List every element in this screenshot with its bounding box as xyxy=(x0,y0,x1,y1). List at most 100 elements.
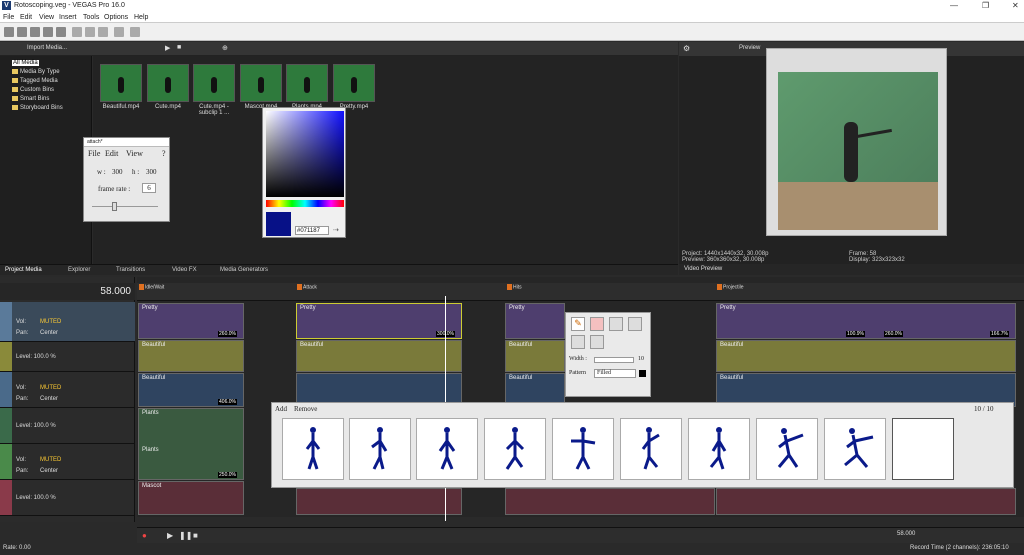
media-thumb[interactable] xyxy=(286,64,328,102)
remove-frame-button[interactable]: Remove xyxy=(294,405,317,413)
pencil-icon[interactable]: ✎ xyxy=(571,317,585,331)
new-icon[interactable] xyxy=(4,27,14,37)
timeline-event[interactable]: Plants Plants 250.0% xyxy=(138,408,244,480)
fill-icon[interactable] xyxy=(590,335,604,349)
cut-icon[interactable] xyxy=(72,27,82,37)
tab-explorer[interactable]: Explorer xyxy=(68,267,90,273)
close-icon[interactable]: ✕ xyxy=(1012,1,1019,10)
marker-projectile[interactable]: Projectile xyxy=(717,284,744,290)
track-header[interactable]: Level: 100.0 % xyxy=(0,408,135,444)
menu-insert[interactable]: Insert xyxy=(59,14,77,21)
frame-thumb[interactable] xyxy=(620,418,682,480)
tab-video-fx[interactable]: Video FX xyxy=(172,267,197,273)
paste-icon[interactable] xyxy=(98,27,108,37)
play-icon[interactable]: ▶ xyxy=(165,44,170,52)
level-value[interactable]: Level: 100.0 % xyxy=(16,354,56,360)
width-slider[interactable] xyxy=(594,357,634,363)
tree-item-tagged-media[interactable]: Tagged Media xyxy=(12,78,58,84)
timeline-event[interactable]: Pretty 100.9% 260.0% 166.7% xyxy=(716,303,1016,339)
vol-value[interactable]: MUTED xyxy=(40,319,61,325)
media-thumb[interactable] xyxy=(100,64,142,102)
marker-attack[interactable]: Attack xyxy=(297,284,317,290)
frame-thumb[interactable] xyxy=(552,418,614,480)
undo-icon[interactable] xyxy=(114,27,124,37)
vol-value[interactable]: MUTED xyxy=(40,457,61,463)
level-value[interactable]: Level: 100.0 % xyxy=(16,495,56,501)
maximize-icon[interactable]: ❐ xyxy=(982,1,989,10)
lasso-icon[interactable] xyxy=(609,317,623,331)
redo-icon[interactable] xyxy=(130,27,140,37)
eyedropper-icon[interactable]: ⇢ xyxy=(333,226,339,234)
vol-value[interactable]: MUTED xyxy=(40,385,61,391)
tab-media-generators[interactable]: Media Generators xyxy=(220,267,268,273)
pan-value[interactable]: Center xyxy=(40,468,58,474)
minimize-icon[interactable]: — xyxy=(950,1,958,10)
tab-transitions[interactable]: Transitions xyxy=(116,267,145,273)
frame-thumb[interactable] xyxy=(484,418,546,480)
menu-edit[interactable]: Edit xyxy=(105,149,118,158)
timeline-event[interactable] xyxy=(296,488,462,515)
timeline-event[interactable]: Beautiful 406.0% xyxy=(138,373,244,407)
eyedropper-icon[interactable] xyxy=(571,335,585,349)
slider-handle[interactable] xyxy=(112,202,117,211)
tab-video-preview[interactable]: Video Preview xyxy=(684,266,722,272)
frame-thumb[interactable] xyxy=(349,418,411,480)
menu-view[interactable]: View xyxy=(126,149,143,158)
timeline-event[interactable]: Mascot xyxy=(138,481,244,515)
saturation-gradient[interactable] xyxy=(266,111,344,197)
rectangle-icon[interactable] xyxy=(628,317,642,331)
level-value[interactable]: Level: 100.0 % xyxy=(16,423,56,429)
width-value[interactable]: 300 xyxy=(112,168,123,176)
properties-icon[interactable] xyxy=(56,27,66,37)
menu-view[interactable]: View xyxy=(39,14,54,21)
frame-thumb[interactable] xyxy=(824,418,886,480)
timeline-event[interactable]: Pretty 260.0% xyxy=(138,303,244,339)
media-thumb[interactable] xyxy=(240,64,282,102)
menu-options[interactable]: Options xyxy=(104,14,128,21)
tree-item-storyboard-bins[interactable]: Storyboard Bins xyxy=(12,105,63,111)
help-icon[interactable]: ? xyxy=(162,149,166,158)
menu-file[interactable]: File xyxy=(3,14,14,21)
tab-project-media[interactable]: Project Media xyxy=(5,267,42,273)
eraser-icon[interactable] xyxy=(590,317,604,331)
pattern-select[interactable]: Filled xyxy=(594,369,636,378)
frame-thumb[interactable] xyxy=(282,418,344,480)
settings-gear-icon[interactable]: ⚙ xyxy=(683,44,690,53)
timeline-event[interactable]: Beautiful xyxy=(716,340,1016,372)
marker-idle[interactable]: Idle/Wait xyxy=(139,284,164,290)
timeline-event[interactable]: Beautiful xyxy=(505,340,565,372)
track-header[interactable]: Level: 100.0 % xyxy=(0,342,135,372)
timeline-event[interactable]: Pretty xyxy=(505,303,565,339)
hue-slider[interactable] xyxy=(266,200,344,207)
timeline-event[interactable]: Beautiful xyxy=(138,340,244,372)
frame-thumb[interactable] xyxy=(756,418,818,480)
tree-item-custom-bins[interactable]: Custom Bins xyxy=(12,87,54,93)
hex-input[interactable]: #071187 xyxy=(295,226,329,235)
open-icon[interactable] xyxy=(17,27,27,37)
tree-item-media-by-type[interactable]: Media By Type xyxy=(12,69,60,75)
timeline-event[interactable]: Pretty300.0% xyxy=(296,303,462,339)
menu-help[interactable]: Help xyxy=(134,14,148,21)
save-icon[interactable] xyxy=(30,27,40,37)
marker-hits[interactable]: Hits xyxy=(507,284,522,290)
save-as-icon[interactable] xyxy=(43,27,53,37)
import-media-button[interactable]: Import Media... xyxy=(27,45,67,51)
timeline-event[interactable] xyxy=(716,488,1016,515)
media-thumb[interactable] xyxy=(147,64,189,102)
track-header[interactable]: Level: 100.0 % xyxy=(0,480,135,516)
frame-rate-input[interactable]: 6 xyxy=(142,183,156,193)
frame-thumb[interactable] xyxy=(416,418,478,480)
zoom-icon[interactable]: ⊕ xyxy=(222,44,228,52)
track-header[interactable]: Vol: MUTED Pan: Center xyxy=(0,444,135,480)
frame-thumb-empty[interactable] xyxy=(892,418,954,480)
menu-file[interactable]: File xyxy=(88,149,100,158)
copy-icon[interactable] xyxy=(85,27,95,37)
timeline-ruler[interactable] xyxy=(137,283,1024,301)
track-header[interactable]: Vol: MUTED Pan: Center xyxy=(0,302,135,342)
add-frame-button[interactable]: Add xyxy=(275,405,287,413)
height-value[interactable]: 300 xyxy=(146,168,157,176)
timeline-event[interactable]: Beautiful xyxy=(296,340,462,372)
brush-color[interactable] xyxy=(639,370,646,377)
media-thumb[interactable] xyxy=(333,64,375,102)
media-thumb[interactable] xyxy=(193,64,235,102)
